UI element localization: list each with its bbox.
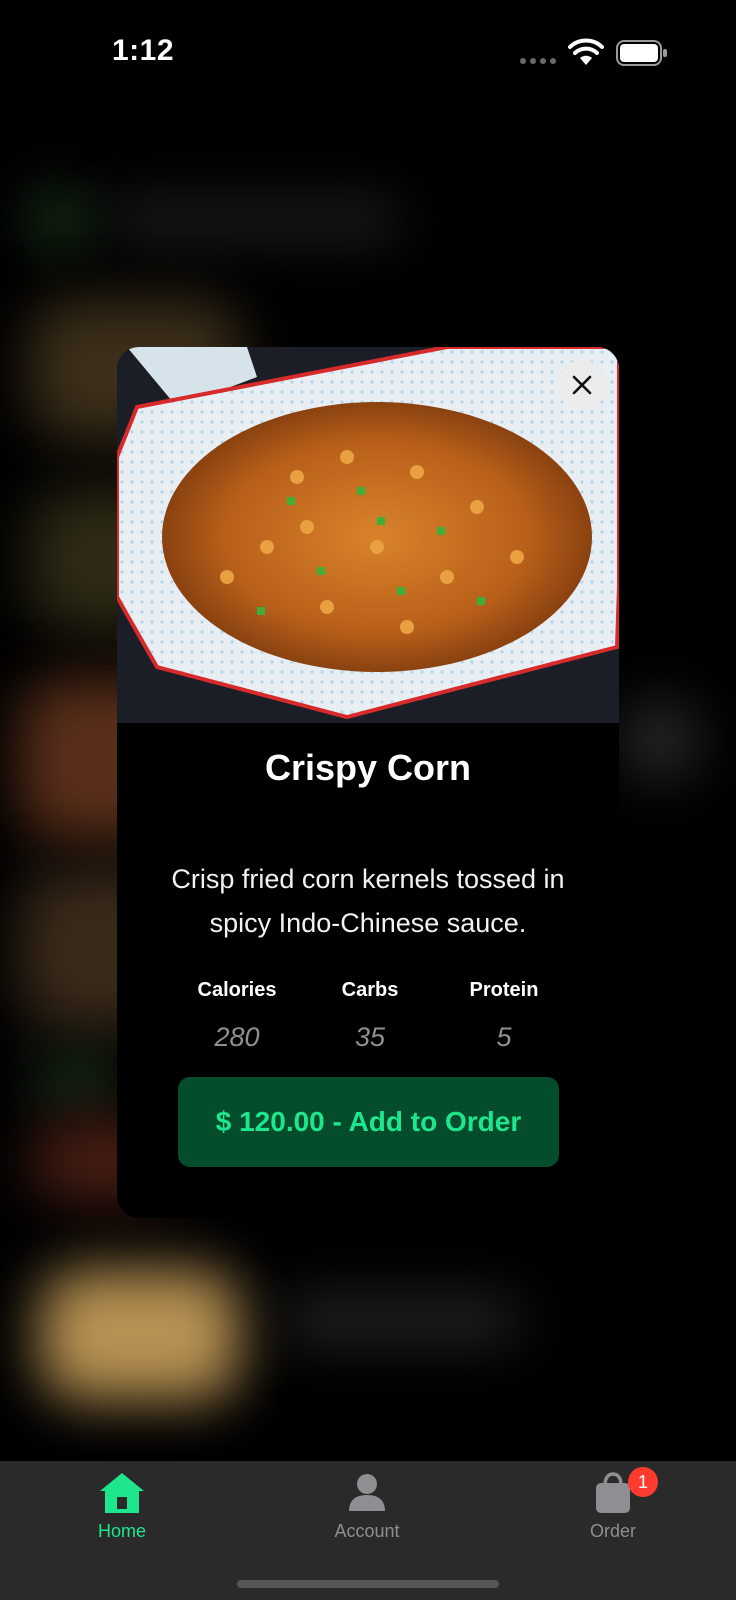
tab-home[interactable]: Home (52, 1471, 192, 1542)
cellular-signal-icon (520, 58, 556, 64)
nutrition-info: Calories 280 Carbs 35 Protein 5 (177, 979, 567, 1059)
tab-account[interactable]: Account (297, 1471, 437, 1542)
tab-label: Order (589, 1521, 636, 1541)
home-icon (100, 1473, 144, 1513)
nutrition-value: 35 (354, 1022, 386, 1052)
nutrition-protein: Protein 5 (444, 979, 564, 1053)
tab-label: Home (97, 1521, 146, 1541)
close-icon (572, 375, 592, 395)
order-count-badge: 1 (628, 1467, 658, 1497)
wifi-icon (568, 38, 604, 65)
home-indicator[interactable] (237, 1580, 499, 1588)
dish-detail-modal: Crispy Corn Crisp fried corn kernels tos… (117, 347, 619, 1218)
tab-label: Account (334, 1521, 400, 1541)
dish-description: Crisp fried corn kernels tossed in spicy… (171, 864, 565, 938)
nutrition-value: 280 (214, 1022, 260, 1052)
battery-icon (616, 40, 667, 66)
nutrition-calories: Calories 280 (177, 979, 297, 1053)
status-bar: 1:12 (0, 0, 736, 110)
nutrition-carbs: Carbs 35 (310, 979, 430, 1053)
nutrition-label: Carbs (341, 979, 399, 1001)
tab-order[interactable]: Order (543, 1471, 683, 1542)
status-time: 1:12 (112, 34, 175, 67)
person-icon (349, 1474, 385, 1511)
dish-title: Crispy Corn (264, 747, 472, 788)
close-button[interactable] (557, 360, 607, 410)
add-to-order-button[interactable]: $ 120.00 - Add to Order (178, 1077, 559, 1167)
nutrition-label: Protein (469, 979, 539, 1001)
nutrition-label: Calories (197, 979, 277, 1001)
dish-photo (117, 347, 619, 723)
nutrition-value: 5 (496, 1022, 512, 1052)
